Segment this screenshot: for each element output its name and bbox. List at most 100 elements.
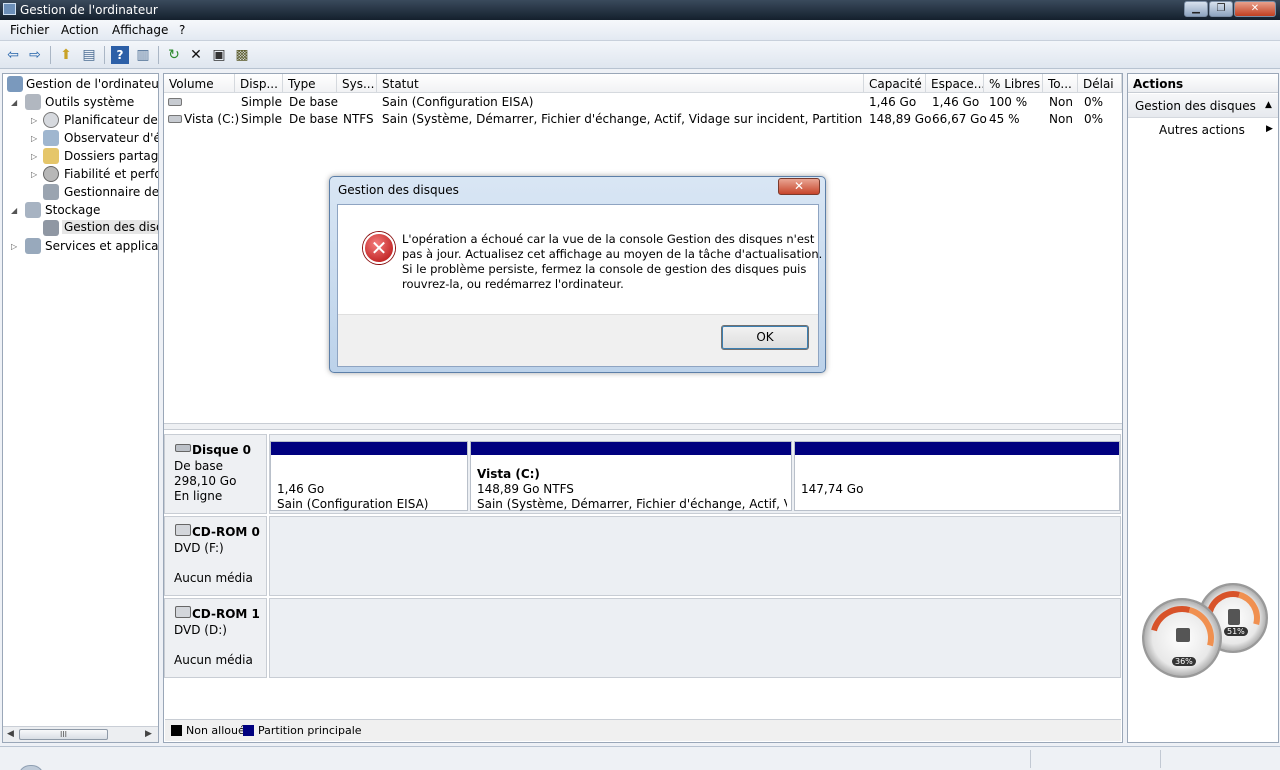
column-header-status[interactable]: Statut: [377, 74, 864, 93]
show-tree-icon[interactable]: ▤: [80, 46, 98, 64]
expand-arrow-icon[interactable]: ▷: [11, 242, 17, 251]
cell-fault-tolerance: Non: [1049, 95, 1073, 109]
toolbar-divider: [50, 46, 51, 64]
column-header-fault-tolerance[interactable]: To...: [1043, 74, 1078, 93]
horizontal-scrollbar[interactable]: ◀ III ▶: [3, 726, 158, 742]
event-viewer-icon: [43, 130, 59, 146]
cell-free-space: 66,67 Go: [932, 112, 987, 126]
cd-drive-icon: [175, 524, 191, 536]
cpu-chip-icon: [1176, 628, 1190, 642]
cdrom-0-drive: DVD (F:): [174, 541, 224, 555]
error-icon: ✕: [363, 232, 395, 264]
cdrom-0-media: Aucun média: [174, 571, 253, 585]
tree-item-event-viewer[interactable]: Observateur d'évé: [64, 131, 158, 145]
cdrom-1-label[interactable]: CD-ROM 1 DVD (D:) Aucun média: [164, 598, 267, 678]
memory-value: 51%: [1224, 627, 1248, 636]
action-pane-icon[interactable]: ▥: [134, 46, 152, 64]
expand-arrow-icon[interactable]: ▷: [31, 134, 37, 143]
menu-affichage[interactable]: Affichage: [112, 23, 168, 37]
primary-partition-bar: [271, 442, 467, 455]
cpu-gauge[interactable]: 36%: [1138, 594, 1226, 682]
partition-eisa[interactable]: 1,46 Go Sain (Configuration EISA): [270, 441, 468, 511]
partition-size: 147,74 Go: [801, 482, 864, 496]
dialog-body: ✕ L'opération a échoué car la vue de la …: [337, 204, 823, 367]
actions-title: Actions: [1133, 77, 1184, 91]
dialog-message-line: Si le problème persiste, fermez la conso…: [402, 262, 807, 276]
column-header-overhead[interactable]: Délai: [1078, 74, 1122, 93]
cell-free-space: 1,46 Go: [932, 95, 980, 109]
help-icon[interactable]: ?: [111, 46, 129, 64]
maximize-button[interactable]: ❐: [1209, 1, 1233, 17]
refresh-icon[interactable]: ↻: [165, 46, 183, 64]
cdrom-0-area[interactable]: [269, 516, 1121, 596]
column-header-capacity[interactable]: Capacité: [864, 74, 926, 93]
primary-partition-bar: [471, 442, 791, 455]
scroll-left-icon[interactable]: ◀: [7, 729, 14, 739]
start-orb-icon[interactable]: [18, 765, 44, 770]
cell-percent-free: 45 %: [989, 112, 1020, 126]
scrollbar-thumb[interactable]: III: [19, 729, 108, 740]
tree-item-shared-folders[interactable]: Dossiers partagés: [64, 149, 158, 163]
column-header-type[interactable]: Type: [283, 74, 337, 93]
disk-0-label[interactable]: Disque 0 De base 298,10 Go En ligne: [164, 434, 267, 514]
cell-capacity: 148,89 Go: [869, 112, 932, 126]
partition-third[interactable]: 147,74 Go: [794, 441, 1120, 511]
legend-primary: Partition principale: [258, 724, 362, 737]
tree-item-storage[interactable]: Stockage: [45, 203, 158, 217]
collapse-arrow-icon[interactable]: ◢: [11, 206, 17, 215]
dialog-title: Gestion des disques: [338, 183, 459, 197]
dialog-footer: OK: [338, 314, 818, 366]
actions-header: Actions: [1128, 74, 1278, 93]
cdrom-1-media: Aucun média: [174, 653, 253, 667]
up-folder-icon[interactable]: ⬆: [57, 46, 75, 64]
more-actions-link[interactable]: Autres actions: [1159, 123, 1245, 137]
dialog-message-line: pas à jour. Actualisez cet affichage au …: [402, 247, 823, 261]
cdrom-1-area[interactable]: [269, 598, 1121, 678]
column-header-filesystem[interactable]: Sys...: [337, 74, 377, 93]
properties-icon[interactable]: ▣: [210, 46, 228, 64]
delete-icon[interactable]: ✕: [187, 46, 205, 64]
partition-vista[interactable]: Vista (C:) 148,89 Go NTFS Sain (Système,…: [470, 441, 792, 511]
menu-fichier[interactable]: Fichier: [10, 23, 49, 37]
tree-item-task-scheduler[interactable]: Planificateur de tâ: [64, 113, 158, 127]
tree-item-root[interactable]: Gestion de l'ordinateur (l: [26, 77, 158, 91]
ok-button[interactable]: OK: [721, 325, 809, 350]
toolbar: ⇦ ⇨ ⬆ ▤ ? ▥ ↻ ✕ ▣ ▩: [0, 41, 1280, 69]
column-header-volume[interactable]: Volume: [164, 74, 235, 93]
forward-arrow-icon[interactable]: ⇨: [26, 46, 44, 64]
tree-item-services[interactable]: Services et application: [45, 239, 158, 253]
primary-partition-bar: [795, 442, 1119, 455]
dialog-close-button[interactable]: ✕: [778, 178, 820, 195]
collapse-up-icon[interactable]: ▲: [1265, 100, 1272, 110]
rescan-disks-icon[interactable]: ▩: [233, 46, 251, 64]
collapse-arrow-icon[interactable]: ◢: [11, 98, 17, 107]
actions-section[interactable]: Gestion des disques ▲: [1128, 94, 1278, 118]
tree-item-system-tools[interactable]: Outils système: [45, 95, 158, 109]
pane-splitter[interactable]: [164, 423, 1122, 430]
disk-0-size: 298,10 Go: [174, 474, 237, 488]
cell-type: De base: [289, 95, 339, 109]
tree-item-device-manager[interactable]: Gestionnaire de p: [64, 185, 158, 199]
menu-action[interactable]: Action: [61, 23, 99, 37]
minimize-button[interactable]: ▁: [1184, 1, 1208, 17]
storage-icon: [25, 202, 41, 218]
volume-disk-icon: [168, 115, 182, 123]
cell-fault-tolerance: Non: [1049, 112, 1073, 126]
column-header-percent-free[interactable]: % Libres: [984, 74, 1043, 93]
back-arrow-icon[interactable]: ⇦: [4, 46, 22, 64]
column-header-layout[interactable]: Disp...: [235, 74, 283, 93]
disk-0-partitions: 1,46 Go Sain (Configuration EISA) Vista …: [269, 434, 1121, 514]
expand-arrow-icon[interactable]: ▷: [31, 152, 37, 161]
expand-arrow-icon[interactable]: ▷: [31, 170, 37, 179]
tree-item-disk-management[interactable]: Gestion des disqu: [62, 220, 158, 234]
close-button[interactable]: ✕: [1234, 1, 1276, 17]
partition-size: 1,46 Go: [277, 482, 325, 496]
menu-help[interactable]: ?: [179, 23, 185, 37]
column-header-free-space[interactable]: Espace...: [926, 74, 984, 93]
scroll-right-icon[interactable]: ▶: [145, 729, 152, 739]
cdrom-0-label[interactable]: CD-ROM 0 DVD (F:) Aucun média: [164, 516, 267, 596]
error-dialog: Gestion des disques ✕ ✕ L'opération a éc…: [329, 176, 826, 373]
expand-arrow-icon[interactable]: ▷: [31, 116, 37, 125]
legend-unallocated: Non alloué: [186, 724, 245, 737]
tree-item-reliability[interactable]: Fiabilité et perfor: [64, 167, 158, 181]
